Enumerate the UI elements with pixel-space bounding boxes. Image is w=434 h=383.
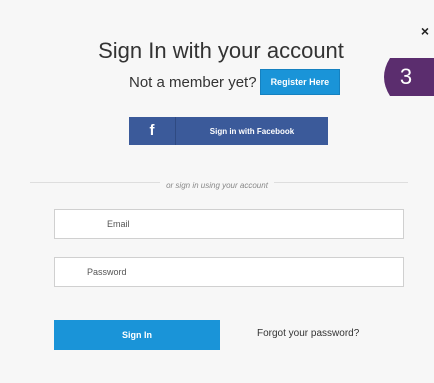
- modal-title: Sign In with your account: [98, 38, 344, 63]
- divider-text: or sign in using your account: [160, 181, 274, 190]
- facebook-icon: f: [129, 117, 176, 145]
- sign-in-modal: × Sign In with your account Not a member…: [0, 0, 434, 383]
- close-icon[interactable]: ×: [419, 24, 431, 38]
- sign-in-button[interactable]: Sign In: [54, 320, 220, 350]
- forgot-password-link[interactable]: Forgot your password?: [257, 328, 359, 339]
- register-prompt: Not a member yet?: [129, 73, 257, 91]
- step-number-badge: 3: [378, 58, 434, 96]
- facebook-sign-in-button[interactable]: f Sign in with Facebook: [129, 117, 328, 145]
- register-button[interactable]: Register Here: [259, 69, 341, 95]
- facebook-button-label: Sign in with Facebook: [209, 126, 295, 136]
- email-field[interactable]: [54, 209, 404, 239]
- password-field[interactable]: [54, 257, 404, 287]
- register-row: Not a member yet? Register Here: [129, 68, 341, 96]
- divider-caption: or sign in using your account: [0, 175, 434, 193]
- step-number: 3: [399, 64, 413, 89]
